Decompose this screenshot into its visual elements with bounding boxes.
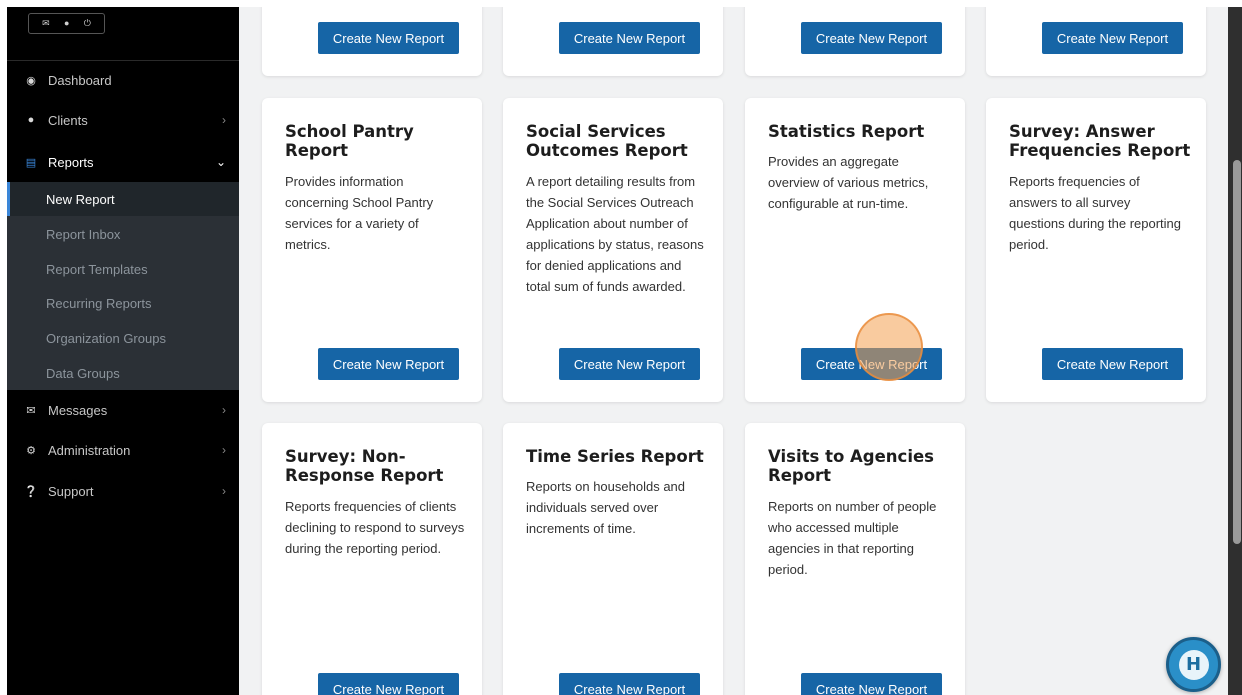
nav-label: Support bbox=[48, 483, 94, 499]
card-description: A report detailing results from the Soci… bbox=[526, 174, 704, 294]
card-description: Reports frequencies of answers to all su… bbox=[1009, 174, 1182, 252]
reports-submenu: New Report Report Inbox Report Templates… bbox=[7, 182, 239, 390]
nav-item-messages[interactable]: ✉ Messages › bbox=[7, 390, 239, 430]
submenu-item-organization-groups[interactable]: Organization Groups bbox=[7, 321, 239, 355]
sidebar-top: ✉ ● ⏻ bbox=[7, 7, 239, 61]
create-new-report-button[interactable]: Create New Report bbox=[318, 673, 459, 695]
scrollbar-thumb[interactable] bbox=[1233, 160, 1241, 544]
card-title: Social Services Outcomes Report bbox=[526, 122, 688, 160]
create-new-report-button[interactable]: Create New Report bbox=[318, 22, 459, 54]
nav-item-reports[interactable]: ▤ Reports ⌄ bbox=[7, 142, 239, 182]
create-new-report-button[interactable]: Create New Report bbox=[801, 22, 942, 54]
report-card-statistics: Statistics Report Provides an aggregate … bbox=[745, 98, 965, 402]
create-new-report-button[interactable]: Create New Report bbox=[559, 348, 700, 380]
help-widget-button[interactable]: H bbox=[1166, 637, 1221, 692]
window-frame-top bbox=[0, 0, 1242, 7]
report-card-visits-to-agencies: Visits to Agencies Report Reports on num… bbox=[745, 423, 965, 695]
help-logo-icon: H bbox=[1178, 649, 1209, 680]
submenu-item-recurring-reports[interactable]: Recurring Reports bbox=[7, 286, 239, 320]
chevron-right-icon: › bbox=[222, 113, 226, 127]
card-title: Survey: Non-Response Report bbox=[285, 447, 444, 485]
report-card: Create New Report bbox=[262, 7, 482, 76]
create-new-report-button[interactable]: Create New Report bbox=[559, 673, 700, 695]
card-description: Provides an aggregate overview of variou… bbox=[768, 154, 929, 211]
report-card: Create New Report bbox=[503, 7, 723, 76]
create-new-report-button[interactable]: Create New Report bbox=[801, 673, 942, 695]
chevron-down-icon: ⌄ bbox=[215, 155, 226, 169]
user-icon: ● bbox=[27, 114, 35, 126]
bar-chart-icon: ▤ bbox=[25, 156, 37, 169]
report-card-survey-answer-frequencies: Survey: Answer Frequencies Report Report… bbox=[986, 98, 1206, 402]
user-icon[interactable]: ● bbox=[64, 19, 69, 28]
chevron-right-icon: › bbox=[222, 443, 226, 457]
sidebar-icon-bar: ✉ ● ⏻ bbox=[28, 13, 105, 34]
nav-label: Dashboard bbox=[48, 72, 112, 88]
chevron-right-icon: › bbox=[222, 403, 226, 417]
cogs-icon: ⚙ bbox=[26, 444, 36, 457]
report-card-social-services-outcomes: Social Services Outcomes Report A report… bbox=[503, 98, 723, 402]
nav-label: Clients bbox=[48, 112, 88, 128]
report-card-grid: Create New Report Create New Report Crea… bbox=[239, 7, 1228, 695]
envelope-icon: ✉ bbox=[26, 404, 36, 417]
nav-item-clients[interactable]: ● Clients › bbox=[7, 100, 239, 140]
create-new-report-button[interactable]: Create New Report bbox=[318, 348, 459, 380]
report-card-time-series: Time Series Report Reports on households… bbox=[503, 423, 723, 695]
report-card-school-pantry: School Pantry Report Provides informatio… bbox=[262, 98, 482, 402]
submenu-item-report-inbox[interactable]: Report Inbox bbox=[7, 217, 239, 251]
card-title: Survey: Answer Frequencies Report bbox=[1009, 122, 1191, 160]
window-frame-left bbox=[0, 0, 7, 695]
submenu-item-data-groups[interactable]: Data Groups bbox=[7, 356, 239, 390]
submenu-item-report-templates[interactable]: Report Templates bbox=[7, 252, 239, 286]
nav-item-support[interactable]: ❔ Support › bbox=[7, 471, 239, 511]
chevron-right-icon: › bbox=[222, 484, 226, 498]
sidebar: ✉ ● ⏻ ◉ Dashboard ● Clients › ▤ Reports … bbox=[7, 7, 239, 695]
nav-item-dashboard[interactable]: ◉ Dashboard bbox=[7, 60, 239, 100]
nav-item-administration[interactable]: ⚙ Administration › bbox=[7, 430, 239, 470]
card-description: Reports on number of people who accessed… bbox=[768, 499, 937, 577]
create-new-report-button[interactable]: Create New Report bbox=[559, 22, 700, 54]
report-card: Create New Report bbox=[986, 7, 1206, 76]
card-description: Reports frequencies of clients declining… bbox=[285, 499, 465, 556]
question-icon: ❔ bbox=[24, 485, 38, 498]
nav-label: Reports bbox=[48, 154, 94, 170]
envelope-icon[interactable]: ✉ bbox=[42, 19, 50, 28]
dashboard-icon: ◉ bbox=[26, 74, 36, 87]
nav-label: Administration bbox=[48, 442, 131, 458]
card-title: Time Series Report bbox=[526, 447, 704, 466]
report-card: Create New Report bbox=[745, 7, 965, 76]
create-new-report-button[interactable]: Create New Report bbox=[1042, 348, 1183, 380]
report-card-survey-non-response: Survey: Non-Response Report Reports freq… bbox=[262, 423, 482, 695]
create-new-report-button[interactable]: Create New Report bbox=[1042, 22, 1183, 54]
card-description: Reports on households and individuals se… bbox=[526, 479, 686, 536]
submenu-item-new-report[interactable]: New Report bbox=[7, 182, 239, 216]
card-description: Provides information concerning School P… bbox=[285, 174, 434, 252]
card-title: Visits to Agencies Report bbox=[768, 447, 934, 485]
nav-label: Messages bbox=[48, 402, 108, 418]
card-title: Statistics Report bbox=[768, 122, 925, 141]
click-highlight-marker bbox=[855, 313, 923, 381]
power-icon[interactable]: ⏻ bbox=[84, 19, 91, 28]
card-title: School Pantry Report bbox=[285, 122, 414, 160]
